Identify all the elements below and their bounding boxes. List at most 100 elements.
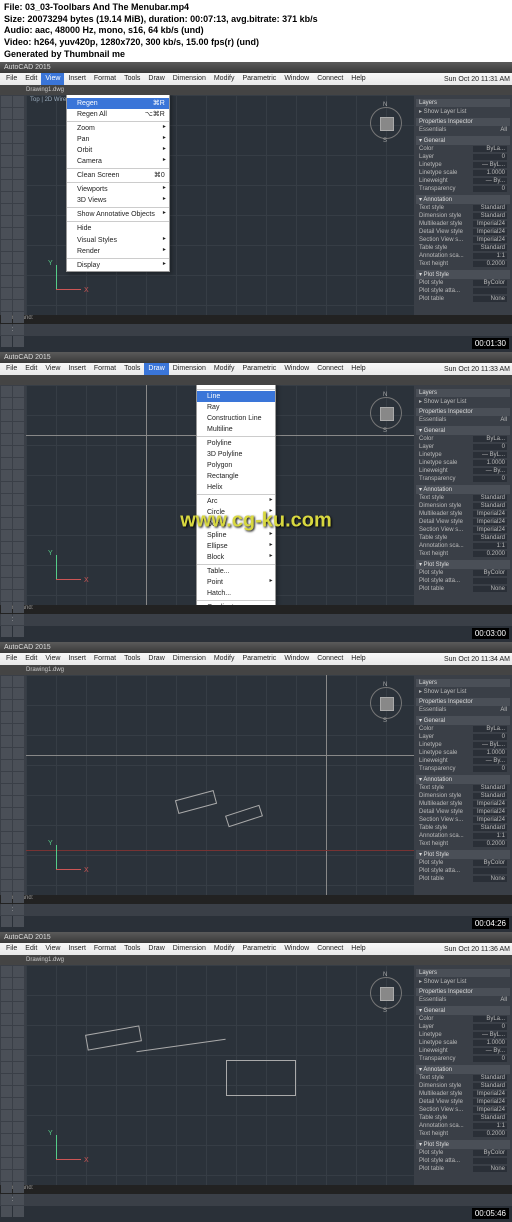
prop-row[interactable]: Multileader styleImperial24 — [416, 800, 510, 808]
menu-item-3d-polyline[interactable]: 3D Polyline — [197, 449, 275, 460]
view-menu-dropdown[interactable]: RedrawRegen⌘RRegen All⌥⌘RZoomPanOrbitCam… — [66, 95, 170, 271]
tool-icon[interactable] — [1, 578, 12, 589]
tool-icon[interactable] — [13, 422, 24, 433]
tool-icon[interactable] — [1, 96, 12, 107]
menu-item-3d-views[interactable]: 3D Views — [67, 195, 169, 206]
tool-icon[interactable] — [13, 676, 24, 687]
tool-icon[interactable] — [1, 688, 12, 699]
prop-row[interactable]: Plot styleByColor — [416, 279, 510, 287]
menu-window[interactable]: Window — [280, 653, 313, 665]
tool-icon[interactable] — [1, 422, 12, 433]
tool-icon[interactable] — [13, 1206, 24, 1217]
tool-icon[interactable] — [13, 990, 24, 1001]
tool-icon[interactable] — [13, 434, 24, 445]
prop-row[interactable]: Text height0.2000 — [416, 550, 510, 558]
menu-file[interactable]: File — [2, 363, 21, 375]
tool-icon[interactable] — [13, 602, 24, 613]
prop-row[interactable]: Plot tableNone — [416, 875, 510, 883]
tool-icon[interactable] — [13, 482, 24, 493]
menu-item-helix[interactable]: Helix — [197, 482, 275, 493]
tool-icon[interactable] — [1, 868, 12, 879]
menu-edit[interactable]: Edit — [21, 363, 41, 375]
section-annotation[interactable]: ▾ Annotation — [416, 485, 510, 494]
section-general[interactable]: ▾ General — [416, 426, 510, 435]
menu-tools[interactable]: Tools — [120, 653, 144, 665]
show-layer-list[interactable]: ▸ Show Layer List — [416, 397, 510, 406]
menu-insert[interactable]: Insert — [64, 653, 90, 665]
prop-row[interactable]: Detail View styleImperial24 — [416, 228, 510, 236]
tool-icon[interactable] — [1, 410, 12, 421]
tool-icon[interactable] — [13, 1182, 24, 1193]
tool-icon[interactable] — [13, 458, 24, 469]
tool-icon[interactable] — [1, 1122, 12, 1133]
tool-icon[interactable] — [1, 252, 12, 263]
tool-icon[interactable] — [1, 470, 12, 481]
tool-icon[interactable] — [1, 856, 12, 867]
prop-row[interactable]: Dimension styleStandard — [416, 502, 510, 510]
tool-icon[interactable] — [13, 772, 24, 783]
tool-icon[interactable] — [1, 1014, 12, 1025]
prop-row[interactable]: Annotation sca...1:1 — [416, 832, 510, 840]
tool-icon[interactable] — [13, 916, 24, 927]
tool-icon[interactable] — [1, 120, 12, 131]
tool-icon[interactable] — [13, 566, 24, 577]
menu-parametric[interactable]: Parametric — [238, 363, 280, 375]
tool-icon[interactable] — [13, 1038, 24, 1049]
menu-item-camera[interactable]: Camera — [67, 156, 169, 167]
menu-item-visual-styles[interactable]: Visual Styles — [67, 235, 169, 246]
tool-icon[interactable] — [13, 1170, 24, 1181]
menu-tools[interactable]: Tools — [120, 363, 144, 375]
document-tabs[interactable] — [0, 375, 512, 385]
tool-icon[interactable] — [1, 1062, 12, 1073]
menu-item-clean-screen[interactable]: Clean Screen⌘0 — [67, 170, 169, 181]
prop-row[interactable]: Plot styleByColor — [416, 1149, 510, 1157]
tool-icon[interactable] — [13, 578, 24, 589]
menu-item-render[interactable]: Render — [67, 246, 169, 257]
prop-row[interactable]: ColorByLa... — [416, 725, 510, 733]
menu-tools[interactable]: Tools — [120, 943, 144, 955]
menu-parametric[interactable]: Parametric — [238, 943, 280, 955]
tool-icon[interactable] — [13, 470, 24, 481]
tool-icon[interactable] — [13, 542, 24, 553]
tool-icon[interactable] — [1, 204, 12, 215]
menu-item-block[interactable]: Block — [197, 552, 275, 563]
tool-icon[interactable] — [1, 288, 12, 299]
menu-draw[interactable]: Draw — [144, 73, 168, 85]
tool-icon[interactable] — [1, 748, 12, 759]
right-panel[interactable]: Layers▸ Show Layer ListProperties Inspec… — [414, 965, 512, 1185]
tool-icon[interactable] — [1, 180, 12, 191]
section-general[interactable]: ▾ General — [416, 136, 510, 145]
tool-icon[interactable] — [1, 1206, 12, 1217]
viewcube[interactable]: NS — [366, 683, 406, 723]
tool-icon[interactable] — [13, 300, 24, 311]
tool-icon[interactable] — [1, 1002, 12, 1013]
essentials-tabs[interactable]: EssentialsAll — [416, 126, 510, 134]
menu-view[interactable]: View — [41, 653, 64, 665]
prop-row[interactable]: Plot style atta... — [416, 867, 510, 875]
prop-row[interactable]: Linetype— ByL... — [416, 741, 510, 749]
tool-icon[interactable] — [13, 252, 24, 263]
tool-icon[interactable] — [13, 832, 24, 843]
tool-icon[interactable] — [13, 1050, 24, 1061]
menu-connect[interactable]: Connect — [313, 653, 347, 665]
doc-tab[interactable]: Drawing1.dwg — [20, 667, 70, 673]
tool-icon[interactable] — [13, 1086, 24, 1097]
tool-icon[interactable] — [13, 1158, 24, 1169]
prop-row[interactable]: Plot styleByColor — [416, 859, 510, 867]
tool-icon[interactable] — [13, 748, 24, 759]
tool-icon[interactable] — [13, 518, 24, 529]
prop-row[interactable]: Dimension styleStandard — [416, 1082, 510, 1090]
tool-icon[interactable] — [1, 808, 12, 819]
section-plot[interactable]: ▾ Plot Style — [416, 1140, 510, 1149]
tool-icon[interactable] — [13, 808, 24, 819]
menu-item-regen-all[interactable]: Regen All⌥⌘R — [67, 109, 169, 120]
tool-icon[interactable] — [1, 1074, 12, 1085]
tool-icon[interactable] — [13, 96, 24, 107]
prop-row[interactable]: Text height0.2000 — [416, 1130, 510, 1138]
prop-row[interactable]: Lineweight— By... — [416, 177, 510, 185]
tool-icon[interactable] — [1, 820, 12, 831]
tool-icon[interactable] — [1, 398, 12, 409]
menu-connect[interactable]: Connect — [313, 363, 347, 375]
tool-icon[interactable] — [1, 446, 12, 457]
menu-item-line[interactable]: Line — [197, 391, 275, 402]
